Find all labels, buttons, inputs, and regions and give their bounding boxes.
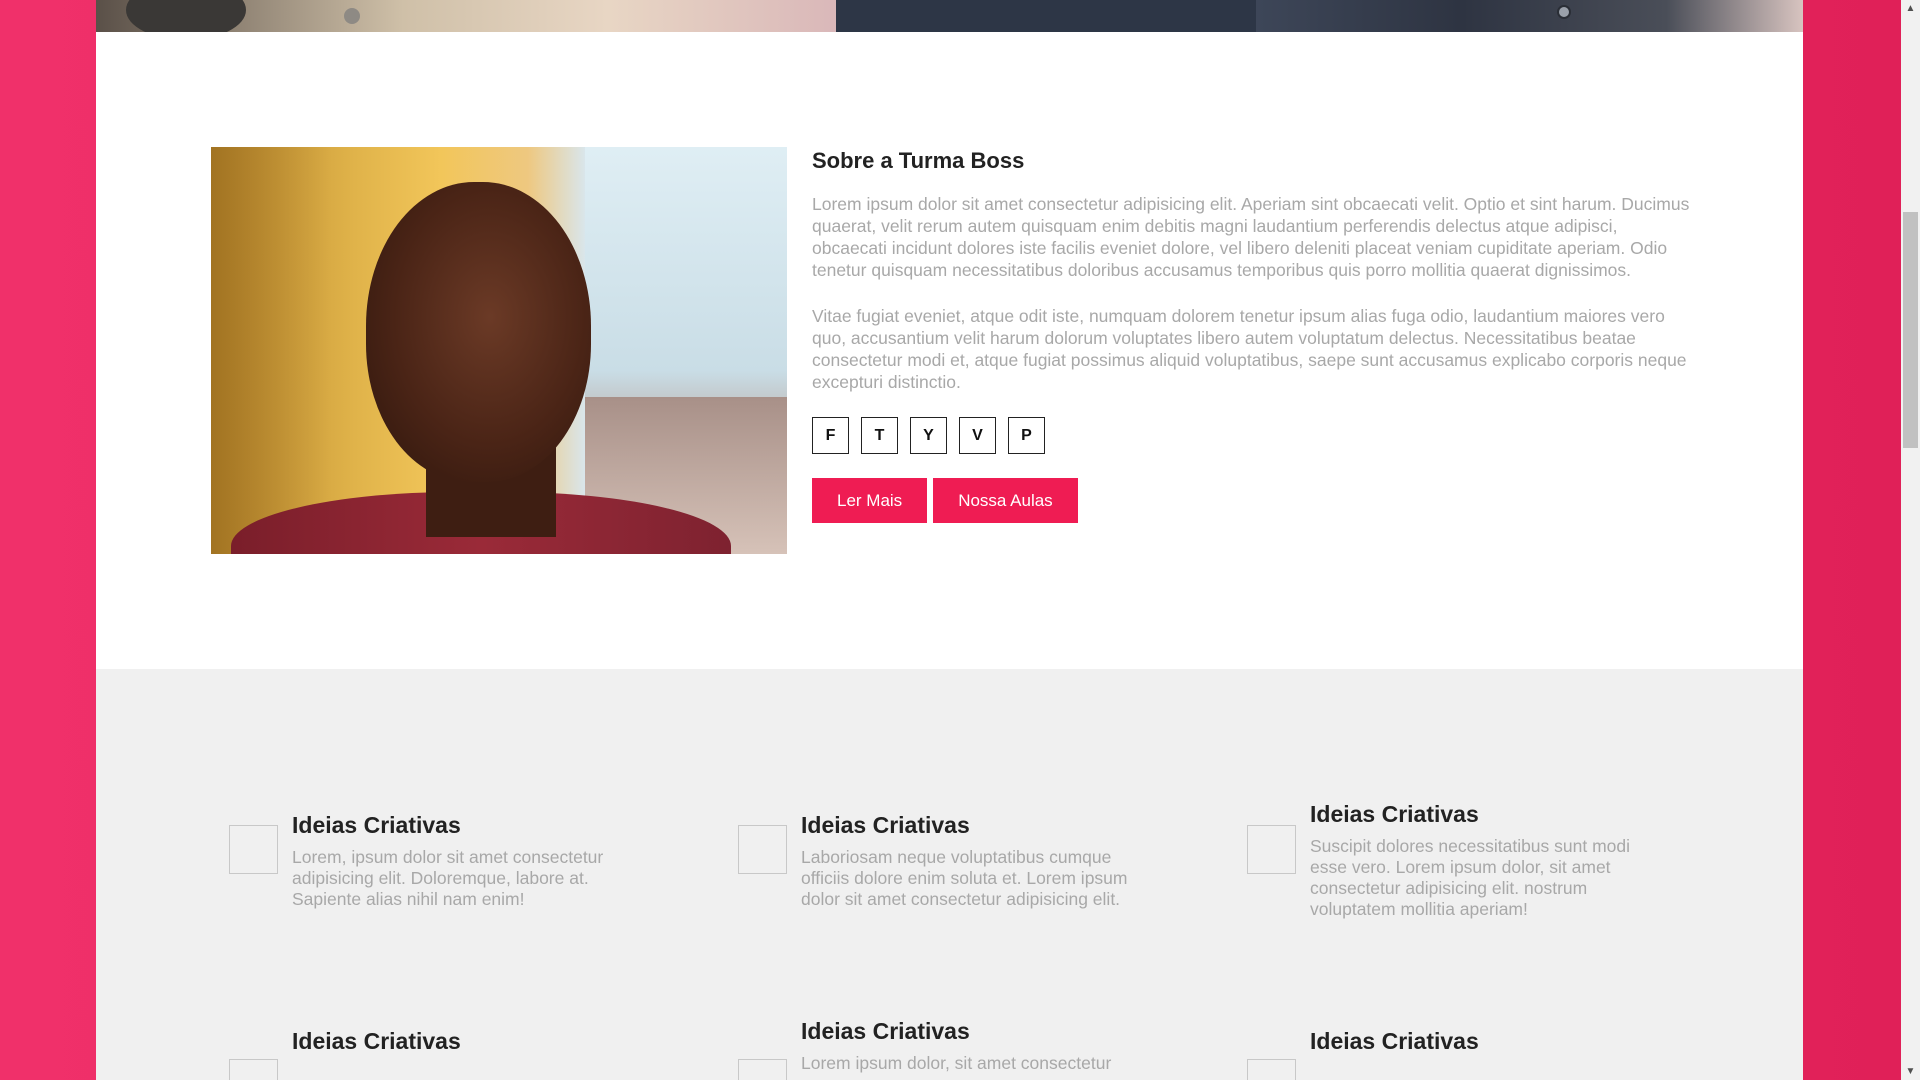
scrollbar-thumb[interactable] bbox=[1903, 212, 1918, 448]
social-links: F T Y V P bbox=[812, 417, 1692, 454]
hero-button-detail bbox=[1557, 5, 1571, 19]
feature-text: Laboriosam neque voluptatibus cumque off… bbox=[801, 847, 1128, 909]
hero-shape bbox=[126, 0, 246, 32]
feature-title: Ideias Criativas bbox=[801, 812, 970, 838]
features-section: Ideias Criativas Lorem, ipsum dolor sit … bbox=[96, 669, 1803, 1080]
feature-icon bbox=[738, 1059, 787, 1080]
about-portrait-image bbox=[211, 147, 787, 554]
feature-text: Lorem ipsum dolor, sit amet consectetur bbox=[801, 1053, 1112, 1073]
hero-button-detail bbox=[344, 8, 360, 24]
feature-icon bbox=[738, 825, 787, 874]
twitter-link[interactable]: T bbox=[861, 417, 898, 454]
facebook-link[interactable]: F bbox=[812, 417, 849, 454]
about-section: Sobre a Turma Boss Lorem ipsum dolor sit… bbox=[96, 32, 1803, 669]
feature-title: Ideias Criativas bbox=[292, 812, 461, 838]
feature-icon bbox=[1247, 1059, 1296, 1080]
scroll-down-arrow-icon[interactable]: ▼ bbox=[1905, 1066, 1916, 1077]
portrait-face bbox=[366, 182, 591, 482]
read-more-button[interactable]: Ler Mais bbox=[812, 478, 928, 523]
scroll-up-arrow-icon[interactable]: ▲ bbox=[1905, 3, 1916, 14]
about-actions: Ler Mais Nossa Aulas bbox=[812, 478, 1692, 523]
feature-icon bbox=[229, 1059, 278, 1080]
feature-title: Ideias Criativas bbox=[801, 1018, 970, 1044]
about-content: Sobre a Turma Boss Lorem ipsum dolor sit… bbox=[812, 147, 1692, 523]
youtube-link[interactable]: Y bbox=[910, 417, 947, 454]
vertical-scrollbar[interactable]: ▲ ▼ bbox=[1901, 0, 1920, 1080]
hero-image-bottom bbox=[96, 0, 1803, 32]
about-title: Sobre a Turma Boss bbox=[812, 148, 1025, 173]
pinterest-link[interactable]: P bbox=[1008, 417, 1045, 454]
about-paragraph: Vitae fugiat eveniet, atque odit iste, n… bbox=[812, 306, 1687, 392]
our-classes-button[interactable]: Nossa Aulas bbox=[933, 478, 1078, 523]
feature-text: Suscipit dolores necessitatibus sunt mod… bbox=[1310, 836, 1631, 919]
page-container: Sobre a Turma Boss Lorem ipsum dolor sit… bbox=[96, 0, 1803, 1080]
feature-title: Ideias Criativas bbox=[1310, 1028, 1479, 1054]
feature-icon bbox=[1247, 825, 1296, 874]
feature-title: Ideias Criativas bbox=[292, 1028, 461, 1054]
feature-icon bbox=[229, 825, 278, 874]
hero-shape bbox=[836, 0, 1256, 32]
vimeo-link[interactable]: V bbox=[959, 417, 996, 454]
feature-text: Lorem, ipsum dolor sit amet consectetur … bbox=[292, 847, 604, 909]
portrait-shadow bbox=[211, 147, 331, 554]
feature-title: Ideias Criativas bbox=[1310, 801, 1479, 827]
about-paragraph: Lorem ipsum dolor sit amet consectetur a… bbox=[812, 194, 1690, 280]
